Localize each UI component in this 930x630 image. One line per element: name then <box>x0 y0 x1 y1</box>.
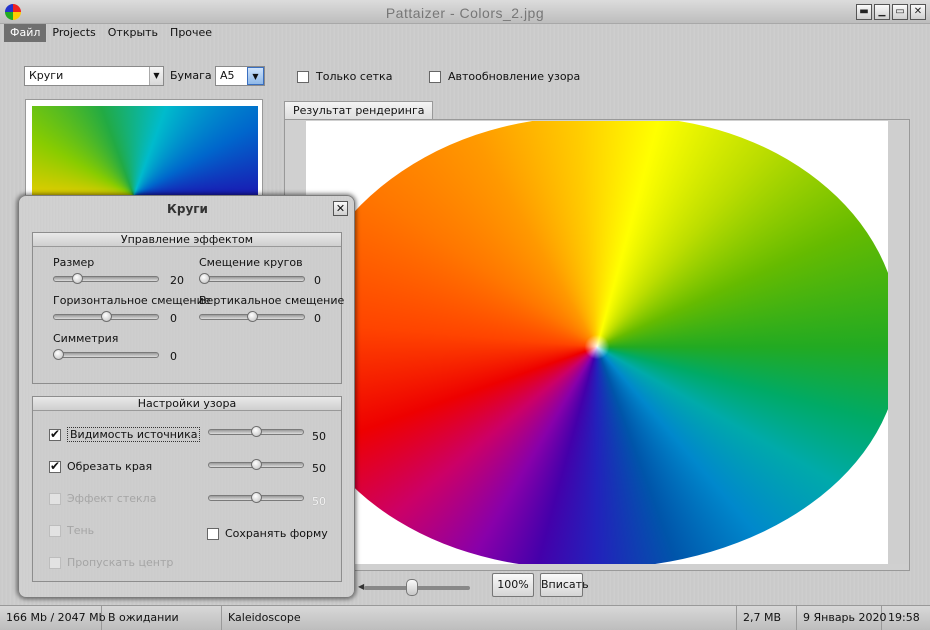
close-icon[interactable]: ✕ <box>333 201 348 216</box>
symmetry-value: 0 <box>170 350 177 363</box>
status-state: В ожидании <box>102 606 222 630</box>
group-heading: Настройки узора <box>33 397 341 411</box>
keep-shape-checkbox[interactable]: Сохранять форму <box>207 527 328 540</box>
app-window: Pattaizer - Colors_2.jpg ▬ ▁ ▭ ✕ Файл Pr… <box>0 0 930 630</box>
maximize-button[interactable]: ▭ <box>892 4 908 20</box>
slider-thumb[interactable] <box>199 273 210 284</box>
crop-edges-slider[interactable] <box>208 459 304 471</box>
effect-select[interactable]: Круги ▼ <box>24 66 164 86</box>
hshift-slider[interactable] <box>53 311 159 323</box>
status-size: 2,7 MB <box>737 606 797 630</box>
status-bar: 166 Mb / 2047 Mb В ожидании Kaleidoscope… <box>0 605 930 630</box>
checkbox-box[interactable] <box>429 70 441 83</box>
zoom-100-button[interactable]: 100% <box>492 573 534 597</box>
glass-effect-checkbox[interactable]: Эффект стекла <box>49 492 156 505</box>
pattern-settings-group: Настройки узора <box>32 396 342 582</box>
status-date: 9 Январь 2020 <box>797 606 887 630</box>
slider-thumb[interactable] <box>251 459 262 470</box>
source-image <box>32 106 258 198</box>
window-title: Pattaizer - Colors_2.jpg <box>385 5 545 21</box>
slider-track <box>53 352 159 358</box>
glass-effect-value: 50 <box>312 495 326 508</box>
symmetry-slider[interactable] <box>53 349 159 361</box>
effect-select-value: Круги <box>29 69 64 82</box>
fit-button[interactable]: Вписать <box>540 573 589 597</box>
crop-edges-label: Обрезать края <box>67 460 153 473</box>
hshift-label: Горизонтальное смещение <box>53 294 211 307</box>
glass-effect-slider[interactable] <box>208 492 304 504</box>
slider-thumb[interactable] <box>251 492 262 503</box>
effect-control-group: Управление эффектом <box>32 232 342 384</box>
source-visibility-slider[interactable] <box>208 426 304 438</box>
crop-edges-checkbox[interactable]: Обрезать края <box>49 459 153 473</box>
source-thumbnail[interactable] <box>25 99 263 199</box>
menu-bar: Файл Projects Открыть Прочее <box>0 24 218 42</box>
grid-only-label: Только сетка <box>316 70 393 83</box>
auto-update-checkbox[interactable]: Автообновление узора <box>429 70 580 83</box>
dialog-title: Круги <box>167 202 208 216</box>
source-visibility-value: 50 <box>312 430 326 443</box>
slider-thumb[interactable] <box>251 426 262 437</box>
crop-edges-value: 50 <box>312 462 326 475</box>
paper-select[interactable]: A5 ▼ <box>215 66 265 86</box>
size-slider[interactable] <box>53 273 159 285</box>
slider-track <box>53 276 159 282</box>
skip-center-checkbox[interactable]: Пропускать центр <box>49 556 173 569</box>
checkbox-box[interactable] <box>49 492 61 505</box>
tab-render-result[interactable]: Результат рендеринга <box>284 101 434 120</box>
size-label: Размер <box>53 256 95 269</box>
slider-thumb[interactable] <box>72 273 83 284</box>
menu-projects[interactable]: Projects <box>46 24 101 42</box>
source-visibility-label: Видимость источника <box>67 427 201 442</box>
symmetry-label: Симметрия <box>53 332 119 345</box>
glass-effect-label: Эффект стекла <box>67 492 157 505</box>
status-time: 19:58 <box>888 611 920 624</box>
slider-thumb[interactable] <box>53 349 64 360</box>
vshift-label: Вертикальное смещение <box>199 294 345 307</box>
slider-thumb[interactable] <box>101 311 112 322</box>
status-effect: Kaleidoscope <box>222 606 737 630</box>
grid-only-checkbox[interactable]: Только сетка <box>297 70 392 83</box>
menu-other[interactable]: Прочее <box>164 24 218 42</box>
checkbox-box[interactable] <box>49 556 61 569</box>
paper-select-value: A5 <box>220 69 235 82</box>
slider-track <box>199 276 305 282</box>
group-heading: Управление эффектом <box>33 233 341 247</box>
auto-update-label: Автообновление узора <box>448 70 581 83</box>
size-value: 20 <box>170 274 184 287</box>
checkbox-box[interactable] <box>297 70 309 83</box>
checkbox-box[interactable] <box>49 459 61 473</box>
chevron-down-icon[interactable]: ▼ <box>247 67 264 85</box>
skip-center-label: Пропускать центр <box>67 556 174 569</box>
paper-label: Бумага <box>170 69 212 82</box>
shadow-label: Тень <box>67 524 95 537</box>
zoom-slider-thumb[interactable] <box>406 579 418 596</box>
menu-open[interactable]: Открыть <box>102 24 164 42</box>
keep-shape-label: Сохранять форму <box>225 527 328 540</box>
minimize-button[interactable]: ▁ <box>874 4 890 20</box>
status-memory: 166 Mb / 2047 Mb <box>0 606 106 630</box>
vshift-slider[interactable] <box>199 311 305 323</box>
close-button[interactable]: ✕ <box>910 4 926 20</box>
title-bar: Pattaizer - Colors_2.jpg ▬ ▁ ▭ ✕ <box>0 0 930 24</box>
shadow-checkbox[interactable]: Тень <box>49 524 94 537</box>
menu-file[interactable]: Файл <box>4 24 47 42</box>
chevron-down-icon[interactable]: ▼ <box>149 67 163 85</box>
minimize-icon[interactable]: ▬ <box>856 4 872 20</box>
vshift-value: 0 <box>314 312 321 325</box>
checkbox-box[interactable] <box>207 527 219 540</box>
offset-label: Смещение кругов <box>199 256 303 269</box>
render-canvas[interactable] <box>306 121 888 564</box>
checkbox-box[interactable] <box>49 427 61 441</box>
zoom-slider[interactable]: ◀ <box>356 577 474 597</box>
source-visibility-checkbox[interactable]: Видимость источника <box>49 427 201 442</box>
offset-value: 0 <box>314 274 321 287</box>
rendered-pattern-image <box>306 121 888 564</box>
checkbox-box[interactable] <box>49 524 61 537</box>
slider-thumb[interactable] <box>247 311 258 322</box>
hshift-value: 0 <box>170 312 177 325</box>
offset-slider[interactable] <box>199 273 305 285</box>
vertical-scrollbar[interactable] <box>888 121 908 564</box>
circles-dialog: Круги ✕ Управление эффектом Размер 20 См… <box>18 195 355 598</box>
